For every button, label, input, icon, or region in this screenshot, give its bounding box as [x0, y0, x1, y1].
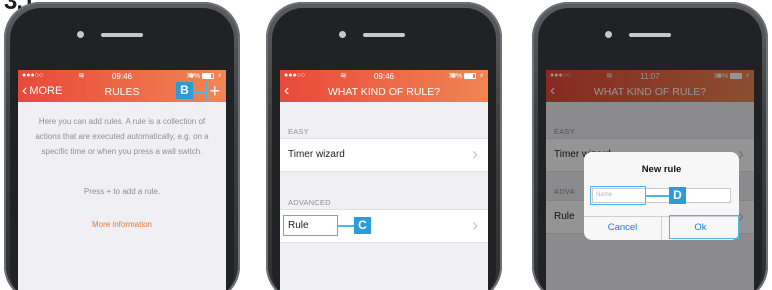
- page-title: WHAT KIND OF RULE?: [327, 86, 441, 98]
- speaker: [363, 33, 405, 37]
- callout-d-tag: D: [669, 187, 686, 204]
- callout-c-line: [338, 225, 354, 227]
- battery-icon: [464, 73, 477, 79]
- callout-d-box: [590, 186, 646, 205]
- callout-b-tag: B: [176, 82, 193, 99]
- callout-c-tag: C: [354, 217, 371, 234]
- chevron-right-icon: ›: [472, 144, 478, 164]
- callout-d-line: [646, 195, 669, 197]
- callout-b-box: [206, 81, 226, 102]
- camera: [339, 31, 346, 38]
- header: ●●●○○ ≋ 09:46 ✱ 79% ⚡ ‹ MORE RULES +: [18, 70, 226, 102]
- speaker: [101, 33, 143, 37]
- chevron-right-icon: ›: [472, 215, 478, 235]
- ok-highlight-box: [669, 215, 739, 239]
- phone-frame-2: ●●●○○ ≋ 09:46 ✱ 79% ⚡ ‹ WHAT KIND OF RULE…: [266, 2, 502, 290]
- more-information-link[interactable]: More information: [18, 220, 226, 229]
- section-easy: EASY: [288, 127, 309, 136]
- nav-bar: ‹ WHAT KIND OF RULE?: [280, 82, 488, 102]
- timer-wizard-label: Timer wizard: [288, 149, 345, 160]
- status-bar: ●●●○○ ≋ 09:46 ✱ 79% ⚡: [18, 70, 226, 82]
- callout-b-line: [193, 91, 207, 93]
- battery-percent: 79%: [186, 72, 201, 80]
- speaker: [629, 33, 671, 37]
- intro-text: Here you can add rules. A rule is a coll…: [35, 117, 209, 156]
- rules-screen: ●●●○○ ≋ 09:46 ✱ 79% ⚡ ‹ MORE RULES + Here…: [18, 70, 226, 290]
- dialog-title: New rule: [641, 164, 682, 175]
- battery-percent: 79%: [448, 72, 463, 80]
- press-hint: Press + to add a rule.: [83, 187, 161, 196]
- rule-type-screen: ●●●○○ ≋ 09:46 ✱ 79% ⚡ ‹ WHAT KIND OF RULE…: [280, 70, 488, 290]
- battery-indicator: 79% ⚡: [186, 72, 222, 81]
- new-rule-screen: ●●●○○ ≋ 11:07 ✱ 95% ⚡ ‹ WHAT KIND OF RULE…: [546, 70, 754, 290]
- cancel-button[interactable]: Cancel: [584, 217, 662, 240]
- camera: [605, 31, 612, 38]
- phone-frame-1: ●●●○○ ≋ 09:46 ✱ 79% ⚡ ‹ MORE RULES + Here…: [4, 2, 240, 290]
- battery-indicator: 79% ⚡: [448, 72, 484, 81]
- phone-frame-3: ●●●○○ ≋ 11:07 ✱ 95% ⚡ ‹ WHAT KIND OF RULE…: [532, 2, 768, 290]
- timer-wizard-row[interactable]: Timer wizard ›: [280, 138, 488, 172]
- battery-icon: [202, 73, 215, 79]
- callout-c-box: [283, 215, 338, 236]
- camera: [77, 31, 84, 38]
- status-bar: ●●●○○ ≋ 09:46 ✱ 79% ⚡: [280, 70, 488, 82]
- section-advanced: ADVANCED: [288, 198, 331, 207]
- header: ●●●○○ ≋ 09:46 ✱ 79% ⚡ ‹ WHAT KIND OF RULE…: [280, 70, 488, 102]
